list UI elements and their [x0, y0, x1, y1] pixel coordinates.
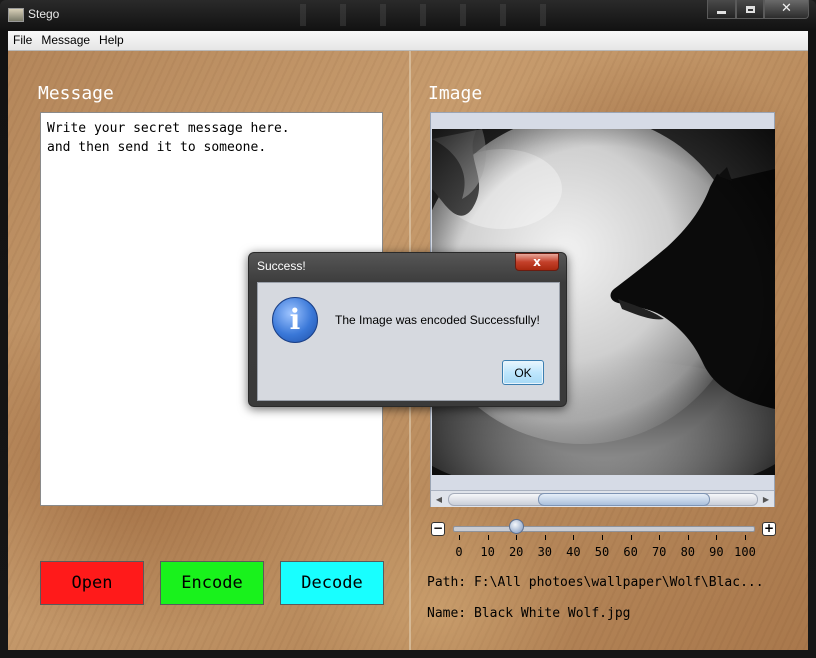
zoom-tick-label: 70	[651, 545, 667, 559]
close-button[interactable]: ✕	[764, 0, 809, 19]
zoom-tick-label: 80	[680, 545, 696, 559]
dialog-body: i The Image was encoded Successfully! OK	[257, 282, 560, 401]
minimize-button[interactable]	[707, 0, 736, 19]
scroll-right-icon[interactable]: ▶	[758, 491, 774, 507]
zoom-tick-label: 0	[455, 545, 463, 559]
zoom-tick-label: 90	[709, 545, 724, 559]
zoom-tick-label: 50	[594, 545, 610, 559]
window-controls: ✕	[707, 0, 809, 20]
decode-button-label: Decode	[301, 573, 363, 593]
zoom-slider-track[interactable]	[453, 526, 755, 532]
decode-button[interactable]: Decode	[280, 561, 384, 605]
zoom-out-button[interactable]: −	[431, 522, 445, 536]
encode-button-label: Encode	[181, 573, 243, 593]
zoom-tick	[516, 535, 518, 540]
zoom-tick-label: 20	[508, 545, 524, 559]
zoom-tick	[659, 535, 661, 540]
zoom-tick	[630, 535, 632, 540]
scroll-left-icon[interactable]: ◀	[431, 491, 447, 507]
window-title: Stego	[28, 7, 60, 21]
menu-help[interactable]: Help	[94, 31, 128, 50]
message-heading: Message	[38, 83, 114, 104]
zoom-tick-label: 10	[480, 545, 495, 559]
zoom-tick	[573, 535, 575, 540]
zoom-tick	[716, 535, 718, 540]
name-label: Name: Black White Wolf.jpg	[427, 606, 631, 621]
minus-icon: −	[432, 521, 444, 535]
horizontal-scrollbar[interactable]: ◀ ▶	[431, 490, 774, 507]
open-button-label: Open	[71, 573, 113, 593]
zoom-in-button[interactable]: +	[762, 522, 776, 536]
info-icon: i	[272, 297, 318, 343]
dialog-title: Success!	[257, 259, 306, 273]
encode-button[interactable]: Encode	[160, 561, 264, 605]
menu-message[interactable]: Message	[36, 31, 94, 50]
scroll-track[interactable]	[448, 493, 758, 506]
success-dialog: Success! x i The Image was encoded Succe…	[248, 252, 567, 407]
path-label: Path: F:\All photoes\wallpaper\Wolf\Blac…	[427, 575, 764, 590]
close-icon: x	[533, 255, 541, 269]
dialog-close-button[interactable]: x	[515, 253, 559, 271]
scroll-thumb[interactable]	[538, 493, 710, 506]
zoom-tick	[602, 535, 603, 540]
maximize-icon	[745, 5, 755, 13]
zoom-tick-label: 100	[734, 545, 756, 559]
zoom-tick	[745, 535, 746, 540]
open-button[interactable]: Open	[40, 561, 144, 605]
zoom-tick-label: 60	[623, 545, 638, 559]
menu-bar: File Message Help	[8, 31, 808, 51]
zoom-tick-label: 30	[537, 545, 553, 559]
app-icon	[8, 8, 24, 22]
zoom-tick	[544, 535, 546, 540]
minimize-icon	[717, 10, 726, 14]
plus-icon: +	[763, 521, 775, 535]
maximize-button[interactable]	[736, 0, 764, 19]
title-bar[interactable]: Stego ✕	[0, 0, 816, 30]
zoom-tick-label: 40	[566, 545, 581, 559]
ok-button[interactable]: OK	[502, 360, 544, 385]
image-heading: Image	[428, 83, 483, 104]
close-icon: ✕	[781, 1, 792, 16]
menu-file[interactable]: File	[8, 31, 36, 50]
app-window: Stego ✕ File Message Help Message Write …	[0, 0, 816, 658]
zoom-tick	[487, 535, 489, 540]
zoom-tick	[687, 535, 689, 540]
ok-button-label: OK	[514, 365, 532, 380]
dialog-message: The Image was encoded Successfully!	[335, 313, 540, 327]
zoom-tick	[459, 535, 460, 540]
